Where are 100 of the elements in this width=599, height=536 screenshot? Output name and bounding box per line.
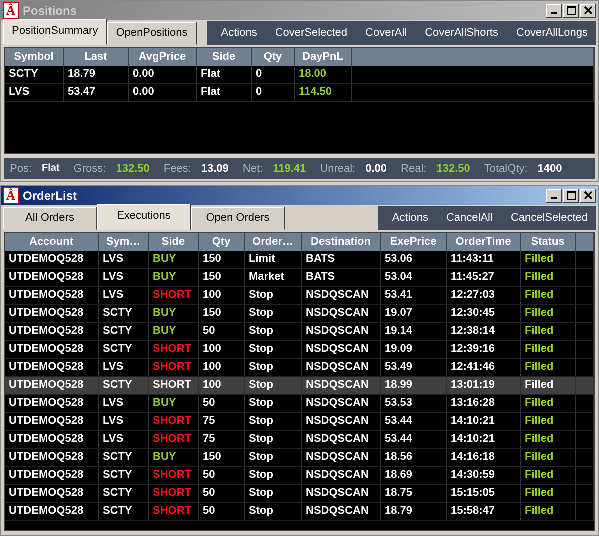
status-value: 119.41 [273,162,306,174]
table-cell: 19.14 [381,323,447,340]
status-label: Gross: [74,162,106,174]
table-cell: SHORT [149,359,199,376]
table-row[interactable]: UTDEMOQ528 SCTY BUY 150 Stop NSDQSCAN 18.56 14:16:18 Filled [5,449,594,467]
tab[interactable]: Executions [97,204,191,230]
column-header[interactable]: Qty [252,48,295,66]
table-cell: SHORT [149,467,199,484]
maximize-button[interactable] [563,4,579,18]
table-cell: 100 [199,287,245,304]
action-button[interactable]: CoverSelected [275,27,348,39]
action-button[interactable]: Actions [392,212,428,224]
column-header[interactable]: Last [64,48,129,66]
close-button[interactable] [580,188,596,202]
table-cell: SHORT [149,377,199,394]
table-cell: 50 [199,485,245,502]
table-cell: 53.44 [381,413,447,430]
table-cell: 53.41 [381,287,447,304]
table-cell: UTDEMOQ528 [5,305,99,322]
table-row[interactable]: UTDEMOQ528 SCTY SHORT 100 Stop NSDQSCAN 19.09 12:39:16 Filled [5,341,594,359]
table-row[interactable]: UTDEMOQ528 SCTY BUY 50 Stop NSDQSCAN 19.14 12:38:14 Filled [5,323,594,341]
table-row[interactable]: UTDEMOQ528 LVS BUY 150 Market BATS 53.04 11:45:27 Filled [5,269,594,287]
column-header[interactable]: Symbol [5,48,64,66]
table-cell: NSDQSCAN [302,503,381,520]
column-header[interactable]: DayPnL [295,48,352,66]
table-cell: LVS [99,287,149,304]
tab[interactable]: All Orders [3,207,97,230]
table-cell: UTDEMOQ528 [5,413,99,430]
table-cell: UTDEMOQ528 [5,449,99,466]
table-cell: 50 [199,467,245,484]
column-header[interactable]: Side [149,233,199,251]
table-row[interactable]: UTDEMOQ528 LVS SHORT 75 Stop NSDQSCAN 53.44 14:10:21 Filled [5,431,594,449]
table-cell: NSDQSCAN [302,341,381,358]
tab[interactable]: Open Orders [191,207,285,230]
tab[interactable]: OpenPositions [107,22,197,45]
status-label: Pos: [10,162,32,174]
minimize-button[interactable] [546,188,562,202]
table-cell: 150 [199,251,245,268]
table-cell: 0 [252,66,295,83]
close-button[interactable] [580,4,596,18]
column-header[interactable]: Status [521,233,576,251]
table-row[interactable]: UTDEMOQ528 LVS BUY 150 Limit BATS 53.06 11:43:11 Filled [5,251,594,269]
table-cell: 13:01:19 [447,377,521,394]
column-header[interactable]: Destination [302,233,381,251]
status-label: TotalQty: [484,162,528,174]
table-cell: UTDEMOQ528 [5,431,99,448]
table-cell: Stop [245,323,302,340]
column-header[interactable]: OrderTime [447,233,521,251]
table-cell: Stop [245,503,302,520]
column-header[interactable]: Side [197,48,252,66]
column-header[interactable]: ExePrice [381,233,447,251]
action-button[interactable]: CancelAll [446,212,493,224]
table-cell: 14:16:18 [447,449,521,466]
column-header[interactable]: Sym… [99,233,149,251]
table-cell: Stop [245,413,302,430]
window-title: OrderList [23,188,78,202]
table-cell: Market [245,269,302,286]
column-header[interactable]: AvgPrice [129,48,197,66]
table-cell: UTDEMOQ528 [5,323,99,340]
table-cell: NSDQSCAN [302,323,381,340]
table-row[interactable]: UTDEMOQ528 SCTY SHORT 100 Stop NSDQSCAN 18.99 13:01:19 Filled [5,377,594,395]
minimize-button[interactable] [546,4,562,18]
table-row[interactable]: UTDEMOQ528 LVS BUY 50 Stop NSDQSCAN 53.53 13:16:28 Filled [5,395,594,413]
table-cell: SHORT [149,341,199,358]
table-cell: UTDEMOQ528 [5,287,99,304]
table-cell: Stop [245,449,302,466]
table-cell: 19.09 [381,341,447,358]
maximize-button[interactable] [563,188,579,202]
table-cell: LVS [99,431,149,448]
table-cell: SCTY [99,503,149,520]
table-cell: 11:45:27 [447,269,521,286]
table-cell: BUY [149,251,199,268]
table-cell: 53.49 [381,359,447,376]
table-cell: 14:10:21 [447,431,521,448]
status-label: Unreal: [320,162,356,174]
tab[interactable]: PositionSummary [3,19,108,45]
action-button[interactable]: CancelSelected [510,212,588,224]
table-cell: SCTY [99,305,149,322]
column-header[interactable]: Qty [199,233,245,251]
table-row[interactable]: UTDEMOQ528 SCTY SHORT 50 Stop NSDQSCAN 18.75 15:15:05 Filled [5,485,594,503]
table-cell: Filled [521,431,576,448]
table-cell: 18.56 [381,449,447,466]
table-row[interactable]: UTDEMOQ528 SCTY SHORT 50 Stop NSDQSCAN 18.69 14:30:59 Filled [5,467,594,485]
table-cell: Filled [521,377,576,394]
action-button[interactable]: CoverAll [366,27,408,39]
close-icon [584,191,592,200]
table-row[interactable]: UTDEMOQ528 SCTY BUY 150 Stop NSDQSCAN 19.07 12:30:45 Filled [5,305,594,323]
table-row[interactable]: UTDEMOQ528 LVS SHORT 100 Stop NSDQSCAN 53.41 12:27:03 Filled [5,287,594,305]
table-cell: UTDEMOQ528 [5,503,99,520]
table-row[interactable]: UTDEMOQ528 SCTY SHORT 50 Stop NSDQSCAN 18.79 15:58:47 Filled [5,503,594,521]
action-button[interactable]: CoverAllShorts [425,27,498,39]
status-value: 13.09 [201,162,229,174]
table-row[interactable]: UTDEMOQ528 LVS SHORT 75 Stop NSDQSCAN 53.44 14:10:21 Filled [5,413,594,431]
action-button[interactable]: Actions [221,27,258,39]
column-header[interactable]: Account [5,233,99,251]
table-cell: Stop [245,395,302,412]
table-cell: Filled [521,341,576,358]
column-header[interactable]: Order… [245,233,302,251]
table-cell: SCTY [99,341,149,358]
action-button[interactable]: CoverAllLongs [516,27,588,39]
